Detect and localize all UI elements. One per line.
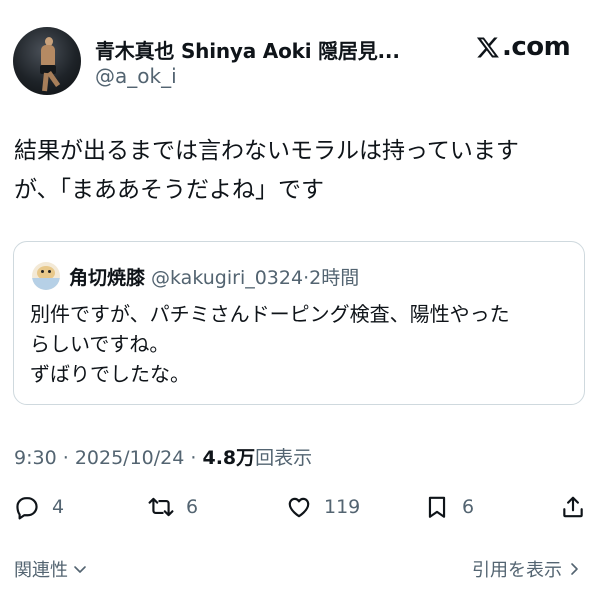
bookmark-button[interactable]: 6 [424,490,474,524]
views-count: 4.8万 [202,447,256,469]
quoted-author-name[interactable]: 角切焼膝 [69,267,145,289]
reply-button[interactable]: 4 [14,490,64,524]
retweet-icon [148,497,174,517]
relevance-sort-dropdown[interactable]: 関連性 [14,556,88,582]
tweet-text-line: 結果が出るまでは言わないモラルは持っています [14,138,519,164]
view-quotes-label: 引用を表示 [472,560,562,581]
avatar-figure-body [41,45,55,67]
bookmark-icon [428,496,446,518]
tweet-text: 結果が出るまでは言わないモラルは持っています が、「まああそうだよね」です [14,132,589,210]
like-count: 119 [324,496,361,518]
tweet-time[interactable]: 9:30 [14,447,57,469]
quoted-text-line: らしいですね。 [30,332,170,356]
action-bar: 4 6 119 6 [0,490,600,524]
quoted-text-line: ずばりでしたな。 [30,362,190,386]
quoted-text: 別件ですが、パチミさんドーピング検査、陽性やった らしいですね。 ずばりでしたな… [30,299,510,389]
retweet-count: 6 [186,496,199,518]
tweet-meta: 9:30 · 2025/10/24 · 4.8万回表示 [14,443,312,470]
chevron-down-icon [74,566,86,573]
quoted-avatar-eye [48,270,51,273]
x-logo-icon [476,37,499,58]
site-label: .com [502,32,571,62]
quoted-text-line: 別件ですが、パチミさんドーピング検査、陽性やった [30,302,510,326]
heart-icon [288,497,310,518]
like-button[interactable]: 119 [286,490,360,524]
quoted-header: 角切焼膝 @kakugiri_0324·2時間 [69,263,359,290]
x-com-brand: .com [476,32,571,62]
tweet-card: 青木真也 Shinya Aoki 隠居見... @a_ok_i .com 結果が… [0,0,600,592]
tweet-date[interactable]: 2025/10/24 [75,447,185,469]
quoted-avatar-shirt [32,278,60,290]
chevron-right-icon [571,563,578,575]
reply-count: 4 [52,496,65,518]
tweet-text-line: が、「まああそうだよね」です [14,177,325,203]
quoted-author-avatar[interactable] [32,262,60,290]
author-handle[interactable]: @a_ok_i [95,64,177,88]
reply-icon [16,497,38,520]
relevance-label: 関連性 [14,560,68,581]
share-button[interactable] [560,490,586,524]
author-avatar[interactable] [13,27,81,95]
retweet-button[interactable]: 6 [148,490,198,524]
author-display-name[interactable]: 青木真也 Shinya Aoki 隠居見... [95,35,400,64]
view-quotes-link[interactable]: 引用を表示 [472,556,582,582]
meta-separator: · [190,447,197,469]
bookmark-count: 6 [462,496,475,518]
share-icon [563,496,583,518]
views-label: 回表示 [255,447,313,469]
meta-separator: · [62,447,69,469]
quoted-avatar-eye [41,270,44,273]
quoted-tweet[interactable]: 角切焼膝 @kakugiri_0324·2時間 別件ですが、パチミさんドーピング検… [13,241,585,405]
quoted-author-meta: @kakugiri_0324·2時間 [151,267,360,289]
